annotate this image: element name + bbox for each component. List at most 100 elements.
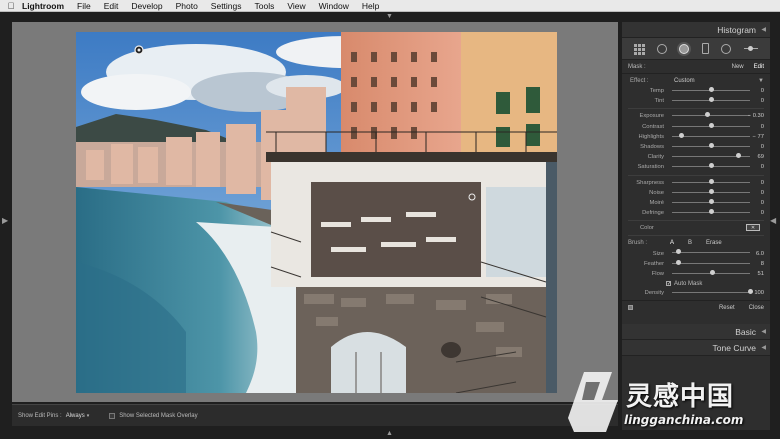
shadows-value[interactable]: 0 (744, 144, 764, 150)
exposure-slider-row[interactable]: Exposure − 0.30 (628, 111, 764, 121)
bottom-panel-toggle-icon[interactable]: ▲ (386, 430, 393, 437)
brush-erase-button[interactable]: Erase (706, 240, 722, 246)
flow-value[interactable]: 51 (744, 271, 764, 277)
apple-icon[interactable]:  (0, 1, 22, 11)
tint-slider-row[interactable]: Tint 0 (628, 96, 764, 106)
effect-row[interactable]: Effect : Custom ▼ (628, 76, 764, 86)
contrast-slider-track[interactable] (672, 122, 750, 128)
color-swatch-icon[interactable]: ✕ (746, 224, 760, 232)
menu-window[interactable]: Window (319, 1, 349, 11)
menu-file[interactable]: File (77, 1, 91, 11)
menu-tools[interactable]: Tools (255, 1, 275, 11)
tint-slider-track[interactable] (672, 97, 750, 103)
tint-slider-handle[interactable] (709, 97, 714, 103)
noise-slider-row[interactable]: Noise 0 (628, 188, 764, 198)
tint-value[interactable]: 0 (744, 98, 764, 104)
menu-develop[interactable]: Develop (131, 1, 162, 11)
brush-b-button[interactable]: B (688, 240, 692, 246)
noise-slider-track[interactable] (672, 188, 750, 194)
shadows-slider-row[interactable]: Shadows 0 (628, 142, 764, 152)
exposure-slider-handle[interactable] (705, 112, 711, 118)
feather-value[interactable]: 8 (744, 261, 764, 267)
moire--value[interactable]: 0 (744, 200, 764, 206)
moire--slider-row[interactable]: Moiré 0 (628, 198, 764, 208)
image-workspace[interactable] (12, 22, 618, 402)
defringe-slider-track[interactable] (672, 209, 750, 215)
reset-button[interactable]: Reset (719, 305, 735, 311)
contrast-slider-handle[interactable] (709, 122, 714, 128)
menu-settings[interactable]: Settings (211, 1, 242, 11)
defringe-slider-row[interactable]: Defringe 0 (628, 208, 764, 218)
sharpness-value[interactable]: 0 (744, 180, 764, 186)
contrast-value[interactable]: 0 (744, 124, 764, 130)
feather-slider-handle[interactable] (676, 259, 682, 265)
photo-canvas[interactable] (76, 32, 557, 393)
saturation-value[interactable]: 0 (744, 164, 764, 170)
moire--slider-track[interactable] (672, 198, 750, 204)
right-panel-toggle-icon[interactable]: ◀ (770, 217, 776, 225)
mask-edit-button[interactable]: Edit (754, 64, 764, 70)
collapse-icon[interactable]: ◀ (761, 328, 766, 335)
close-button[interactable]: Close (749, 305, 764, 311)
red-eye-icon[interactable] (679, 43, 690, 54)
temp-slider-handle[interactable] (709, 87, 714, 92)
temp-value[interactable]: 0 (744, 88, 764, 94)
size-value[interactable]: 6.0 (744, 251, 764, 257)
brush-a-button[interactable]: A (670, 240, 674, 246)
histogram-header[interactable]: Histogram ◀ (622, 22, 770, 38)
saturation-slider-row[interactable]: Saturation 0 (628, 162, 764, 172)
auto-mask-row[interactable]: ✓ Auto Mask (628, 279, 764, 288)
clarity-value[interactable]: 69 (744, 154, 764, 160)
density-value[interactable]: 100 (744, 290, 764, 296)
clarity-slider-handle[interactable] (736, 153, 742, 159)
moire--slider-handle[interactable] (709, 198, 714, 204)
feather-slider-row[interactable]: Feather 8 (628, 259, 764, 269)
collapse-icon[interactable]: ◀ (761, 344, 766, 351)
exposure-value[interactable]: − 0.30 (744, 113, 764, 119)
collapse-icon[interactable]: ◀ (761, 26, 766, 33)
saturation-slider-track[interactable] (672, 163, 750, 169)
graduated-filter-icon[interactable] (701, 43, 709, 54)
flow-slider-track[interactable] (672, 269, 750, 275)
menu-lightroom[interactable]: Lightroom (22, 1, 64, 11)
temp-slider-track[interactable] (672, 87, 750, 92)
highlights-slider-handle[interactable] (679, 132, 685, 138)
basic-header[interactable]: Basic ◀ (622, 324, 770, 341)
noise-slider-handle[interactable] (709, 188, 714, 194)
highlights-slider-track[interactable] (672, 132, 750, 138)
chevron-updown-icon[interactable]: ▾ (87, 413, 90, 419)
exposure-slider-track[interactable] (672, 112, 750, 118)
auto-mask-checkbox[interactable]: ✓ (666, 281, 671, 287)
density-slider-row[interactable]: Density 100 (628, 288, 764, 298)
contrast-slider-row[interactable]: Contrast 0 (628, 122, 764, 132)
menu-help[interactable]: Help (362, 1, 379, 11)
top-panel-toggle-icon[interactable]: ▼ (386, 13, 393, 20)
menu-photo[interactable]: Photo (176, 1, 198, 11)
noise-value[interactable]: 0 (744, 190, 764, 196)
show-edit-pins-select[interactable]: Always (66, 413, 85, 419)
size-slider-row[interactable]: Size 6.0 (628, 248, 764, 258)
adjustment-brush-icon[interactable] (743, 45, 758, 52)
menu-view[interactable]: View (287, 1, 305, 11)
shadows-slider-track[interactable] (672, 142, 750, 148)
mask-overlay-checkbox[interactable] (109, 412, 116, 419)
tone-curve-header[interactable]: Tone Curve ◀ (622, 340, 770, 357)
temp-slider-row[interactable]: Temp 0 (628, 86, 764, 96)
highlights-slider-row[interactable]: Highlights − 77 (628, 132, 764, 142)
left-panel-toggle-icon[interactable]: ▶ (2, 217, 8, 225)
size-slider-handle[interactable] (676, 249, 682, 255)
highlights-value[interactable]: − 77 (744, 134, 764, 140)
defringe-value[interactable]: 0 (744, 210, 764, 216)
density-slider-track[interactable] (672, 289, 753, 294)
flow-slider-row[interactable]: Flow 51 (628, 269, 764, 279)
sharpness-slider-handle[interactable] (709, 178, 714, 184)
shadows-slider-handle[interactable] (709, 142, 714, 148)
flow-slider-handle[interactable] (709, 269, 715, 275)
crop-overlay-icon[interactable] (634, 43, 646, 55)
feather-slider-track[interactable] (672, 259, 750, 265)
clarity-slider-track[interactable] (672, 153, 750, 159)
effect-preset-select[interactable]: Custom (674, 78, 695, 84)
dropdown-arrow-icon[interactable]: ▼ (758, 78, 764, 84)
panel-toggle-switch[interactable] (628, 305, 633, 311)
sharpness-slider-row[interactable]: Sharpness 0 (628, 178, 764, 188)
